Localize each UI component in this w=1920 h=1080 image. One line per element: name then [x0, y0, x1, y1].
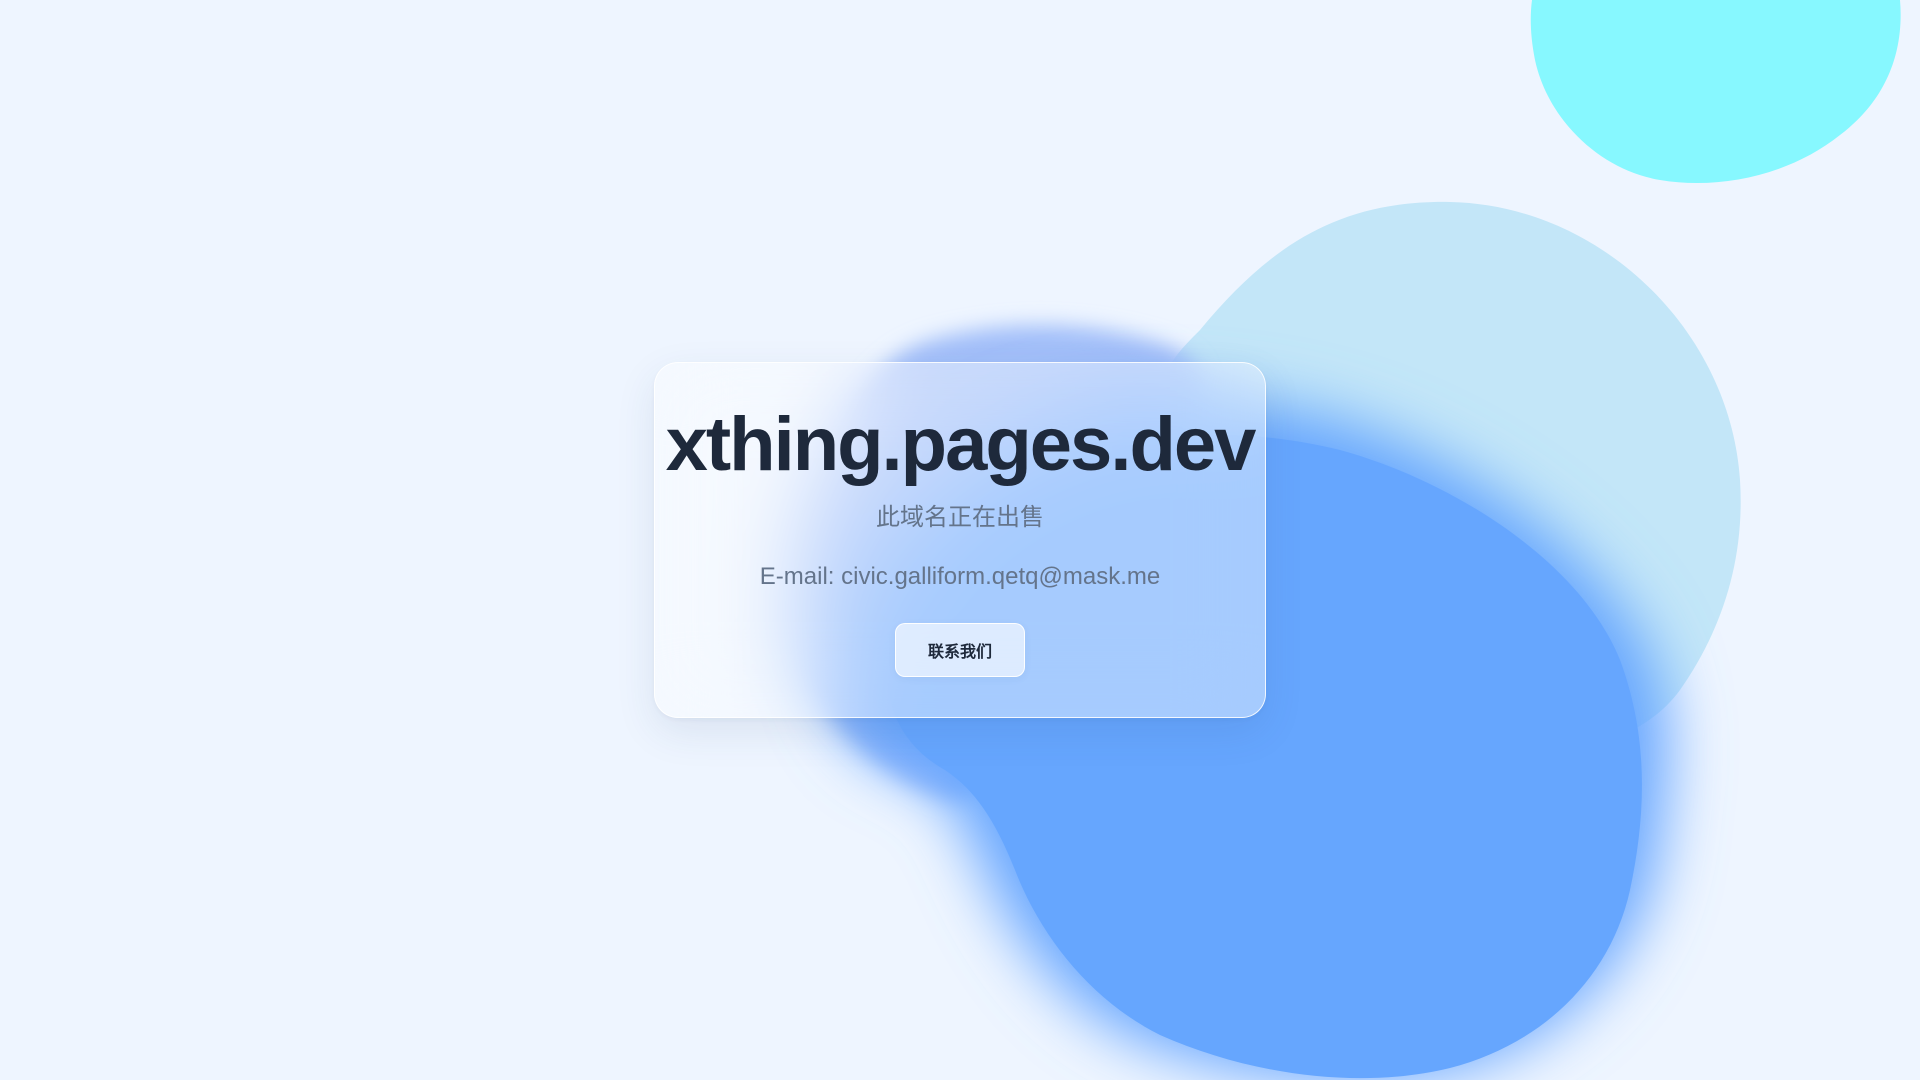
domain-sale-card: xthing.pages.dev 此域名正在出售 E-mail: civic.g…: [654, 362, 1266, 718]
landing-page: xthing.pages.dev 此域名正在出售 E-mail: civic.g…: [0, 0, 1920, 1080]
for-sale-text: 此域名正在出售: [876, 503, 1044, 531]
contact-us-button[interactable]: 联系我们: [895, 623, 1025, 677]
domain-title: xthing.pages.dev: [665, 402, 1257, 487]
email-contact-text: E-mail: civic.galliform.qetq@mask.me: [759, 563, 1161, 590]
cyan-blob: [1530, 0, 1901, 183]
